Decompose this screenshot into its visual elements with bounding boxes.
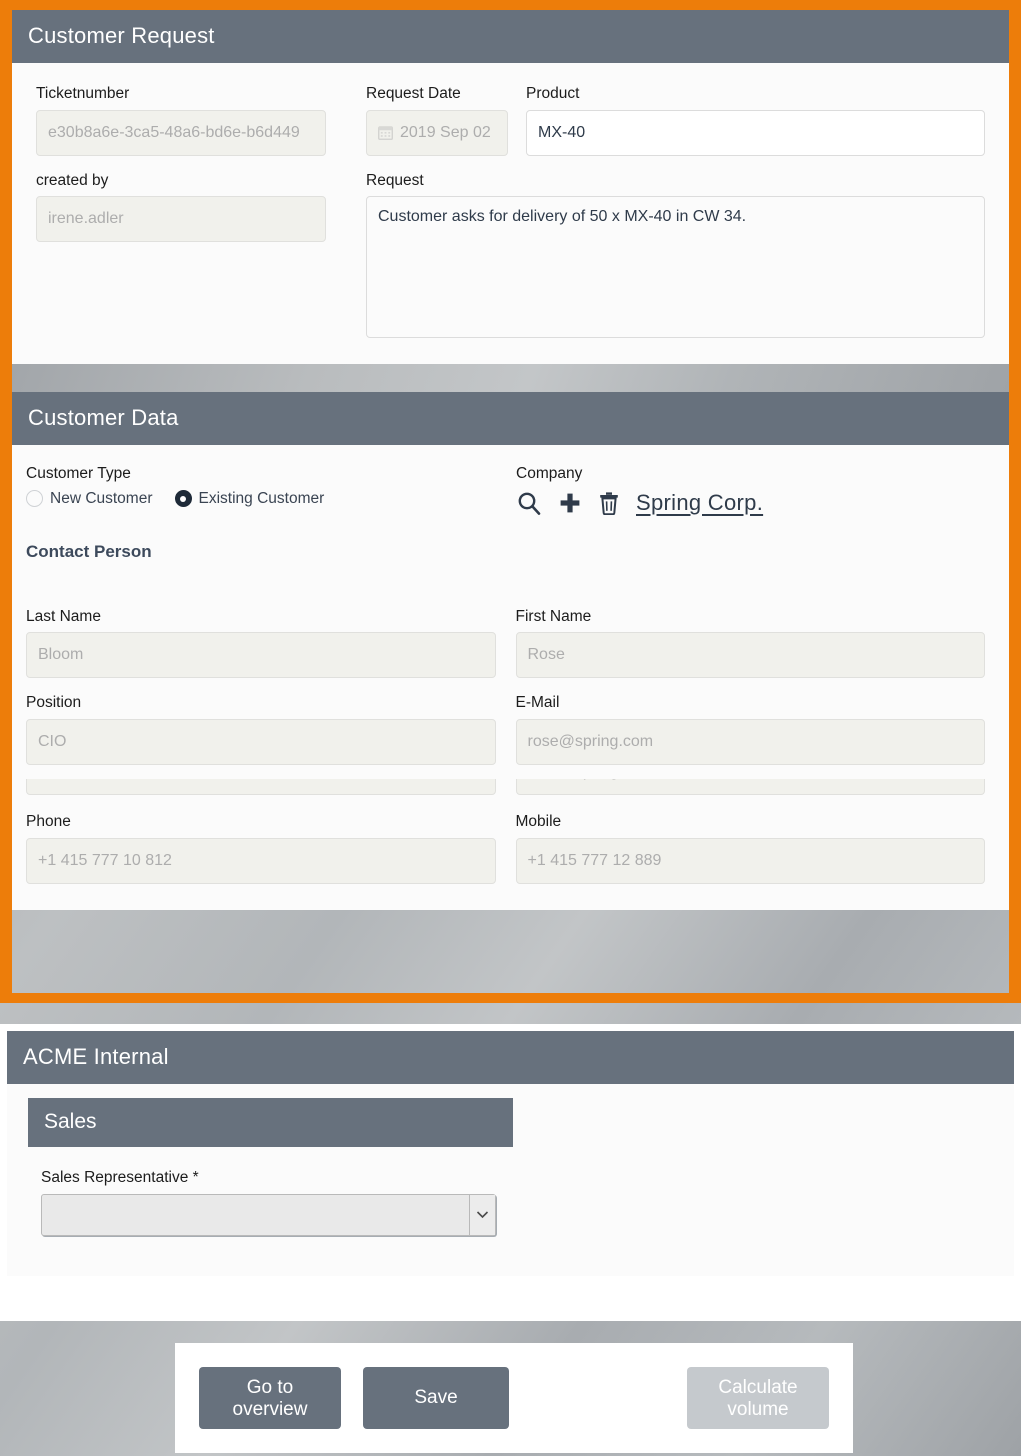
search-icon[interactable]: [516, 490, 542, 516]
position-input-clipped[interactable]: CIO: [26, 778, 496, 795]
acme-internal-title: ACME Internal: [7, 1031, 1014, 1084]
last-name-field-group: Last Name Bloom: [26, 608, 496, 679]
email-overflow-clip: rose@spring.com: [515, 778, 985, 797]
contact-person-heading: Contact Person: [26, 541, 152, 561]
customer-type-radio-group: New Customer Existing Customer: [26, 490, 516, 508]
sales-representative-select[interactable]: [41, 1193, 496, 1236]
radio-new-customer[interactable]: New Customer: [26, 490, 153, 508]
customer-type-label: Customer Type: [26, 465, 131, 483]
position-label: Position: [26, 694, 82, 712]
product-field-group: Product MX-40: [526, 85, 985, 156]
highlighted-form-region: Customer Request Ticketnumber e30b8a6e-3…: [0, 0, 1021, 1003]
phone-label: Phone: [26, 812, 71, 830]
calculate-volume-label-line1: Calculate: [718, 1377, 798, 1398]
mobile-field-group: Mobile +1 415 777 12 889: [515, 812, 985, 884]
customer-request-row-2: created by irene.adler Request Customer …: [36, 172, 985, 339]
last-name-input[interactable]: Bloom: [26, 632, 496, 679]
chevron-down-icon[interactable]: [469, 1194, 495, 1235]
go-to-overview-label-line1: Go to: [246, 1377, 294, 1398]
request-date-input[interactable]: 2019 Sep 02: [366, 109, 508, 156]
sales-section-title: Sales: [28, 1098, 513, 1147]
radio-existing-customer[interactable]: Existing Customer: [174, 489, 325, 508]
customer-data-panel: Customer Data Customer Type New Customer…: [12, 392, 1009, 910]
email-label: E-Mail: [515, 694, 560, 712]
created-by-label: created by: [36, 171, 109, 189]
mobile-label: Mobile: [515, 812, 562, 830]
trash-icon[interactable]: [598, 491, 620, 515]
position-input[interactable]: CIO: [26, 718, 496, 765]
acme-internal-panel: ACME Internal Sales Sales Representative…: [0, 1024, 1021, 1321]
request-date-value: 2019 Sep 02: [400, 123, 491, 141]
go-to-overview-label-line2: overview: [232, 1399, 308, 1421]
ticketnumber-input[interactable]: e30b8a6e-3ca5-48a6-bd6e-b6d449: [36, 109, 326, 156]
product-input[interactable]: MX-40: [526, 109, 985, 156]
customer-request-row-1: Ticketnumber e30b8a6e-3ca5-48a6-bd6e-b6d…: [36, 85, 985, 156]
first-name-field-group: First Name Rose: [515, 607, 985, 679]
email-field-group: E-Mail rose@spring.com: [515, 694, 985, 765]
customer-type-group: Customer Type New Customer Existing Cust…: [26, 465, 516, 516]
plus-icon[interactable]: [558, 491, 582, 515]
request-field-group: Request Customer asks for delivery of 50…: [366, 172, 985, 339]
customer-data-body: Customer Type New Customer Existing Cust…: [12, 445, 1009, 909]
request-textarea[interactable]: Customer asks for delivery of 50 x MX-40…: [366, 196, 985, 339]
sales-representative-label: Sales Representative *: [41, 1169, 199, 1186]
company-actions-row: Spring Corp.: [516, 490, 985, 516]
position-overflow-clip: CIO: [26, 778, 496, 797]
first-name-label: First Name: [515, 607, 592, 625]
radio-new-customer-dot[interactable]: [26, 490, 43, 508]
last-name-label: Last Name: [26, 607, 101, 625]
company-group: Company Spring Corp.: [516, 465, 985, 516]
panel-separator: [12, 364, 1009, 393]
save-label: Save: [414, 1386, 458, 1408]
mobile-input[interactable]: +1 415 777 12 889: [515, 837, 985, 884]
email-input-clipped[interactable]: rose@spring.com: [515, 778, 985, 795]
action-button-bar: Go to overview Save Calculate volume: [175, 1343, 853, 1453]
phone-field-group: Phone +1 415 777 10 812: [26, 813, 496, 884]
calculate-volume-button: Calculate volume: [687, 1367, 829, 1429]
company-label: Company: [516, 465, 583, 483]
request-date-field-group: Request Date 2019 Sep 02: [366, 85, 508, 156]
sales-section-body: Sales Representative *: [7, 1147, 1014, 1276]
radio-existing-customer-label: Existing Customer: [198, 489, 325, 507]
request-date-label: Request Date: [366, 85, 461, 102]
ticketnumber-field-group: Ticketnumber e30b8a6e-3ca5-48a6-bd6e-b6d…: [36, 85, 326, 156]
first-name-input[interactable]: Rose: [515, 632, 985, 679]
customer-request-panel: Customer Request Ticketnumber e30b8a6e-3…: [12, 10, 1009, 365]
product-label: Product: [526, 85, 580, 102]
calendar-icon: [378, 126, 393, 141]
acme-internal-inner: ACME Internal Sales Sales Representative…: [7, 1031, 1014, 1276]
request-label: Request: [366, 171, 424, 189]
radio-new-customer-label: New Customer: [50, 489, 153, 507]
created-by-field-group: created by irene.adler: [36, 172, 326, 339]
email-input[interactable]: rose@spring.com: [515, 718, 985, 765]
ticketnumber-label: Ticketnumber: [36, 85, 130, 102]
position-field-group: Position CIO: [26, 694, 496, 765]
go-to-overview-button[interactable]: Go to overview: [199, 1367, 341, 1429]
customer-data-title: Customer Data: [12, 392, 1009, 446]
customer-request-body: Ticketnumber e30b8a6e-3ca5-48a6-bd6e-b6d…: [12, 63, 1009, 364]
contact-person-fields-grid: Last Name Bloom First Name Rose Position…: [26, 608, 985, 884]
created-by-input[interactable]: irene.adler: [36, 196, 326, 243]
company-name-link[interactable]: Spring Corp.: [636, 490, 763, 516]
customer-request-title: Customer Request: [12, 10, 1009, 63]
save-button[interactable]: Save: [363, 1367, 509, 1429]
calculate-volume-label-line2: volume: [727, 1399, 789, 1421]
customer-data-top-row: Customer Type New Customer Existing Cust…: [26, 465, 985, 516]
phone-input[interactable]: +1 415 777 10 812: [26, 837, 496, 884]
radio-existing-customer-dot[interactable]: [174, 490, 192, 508]
